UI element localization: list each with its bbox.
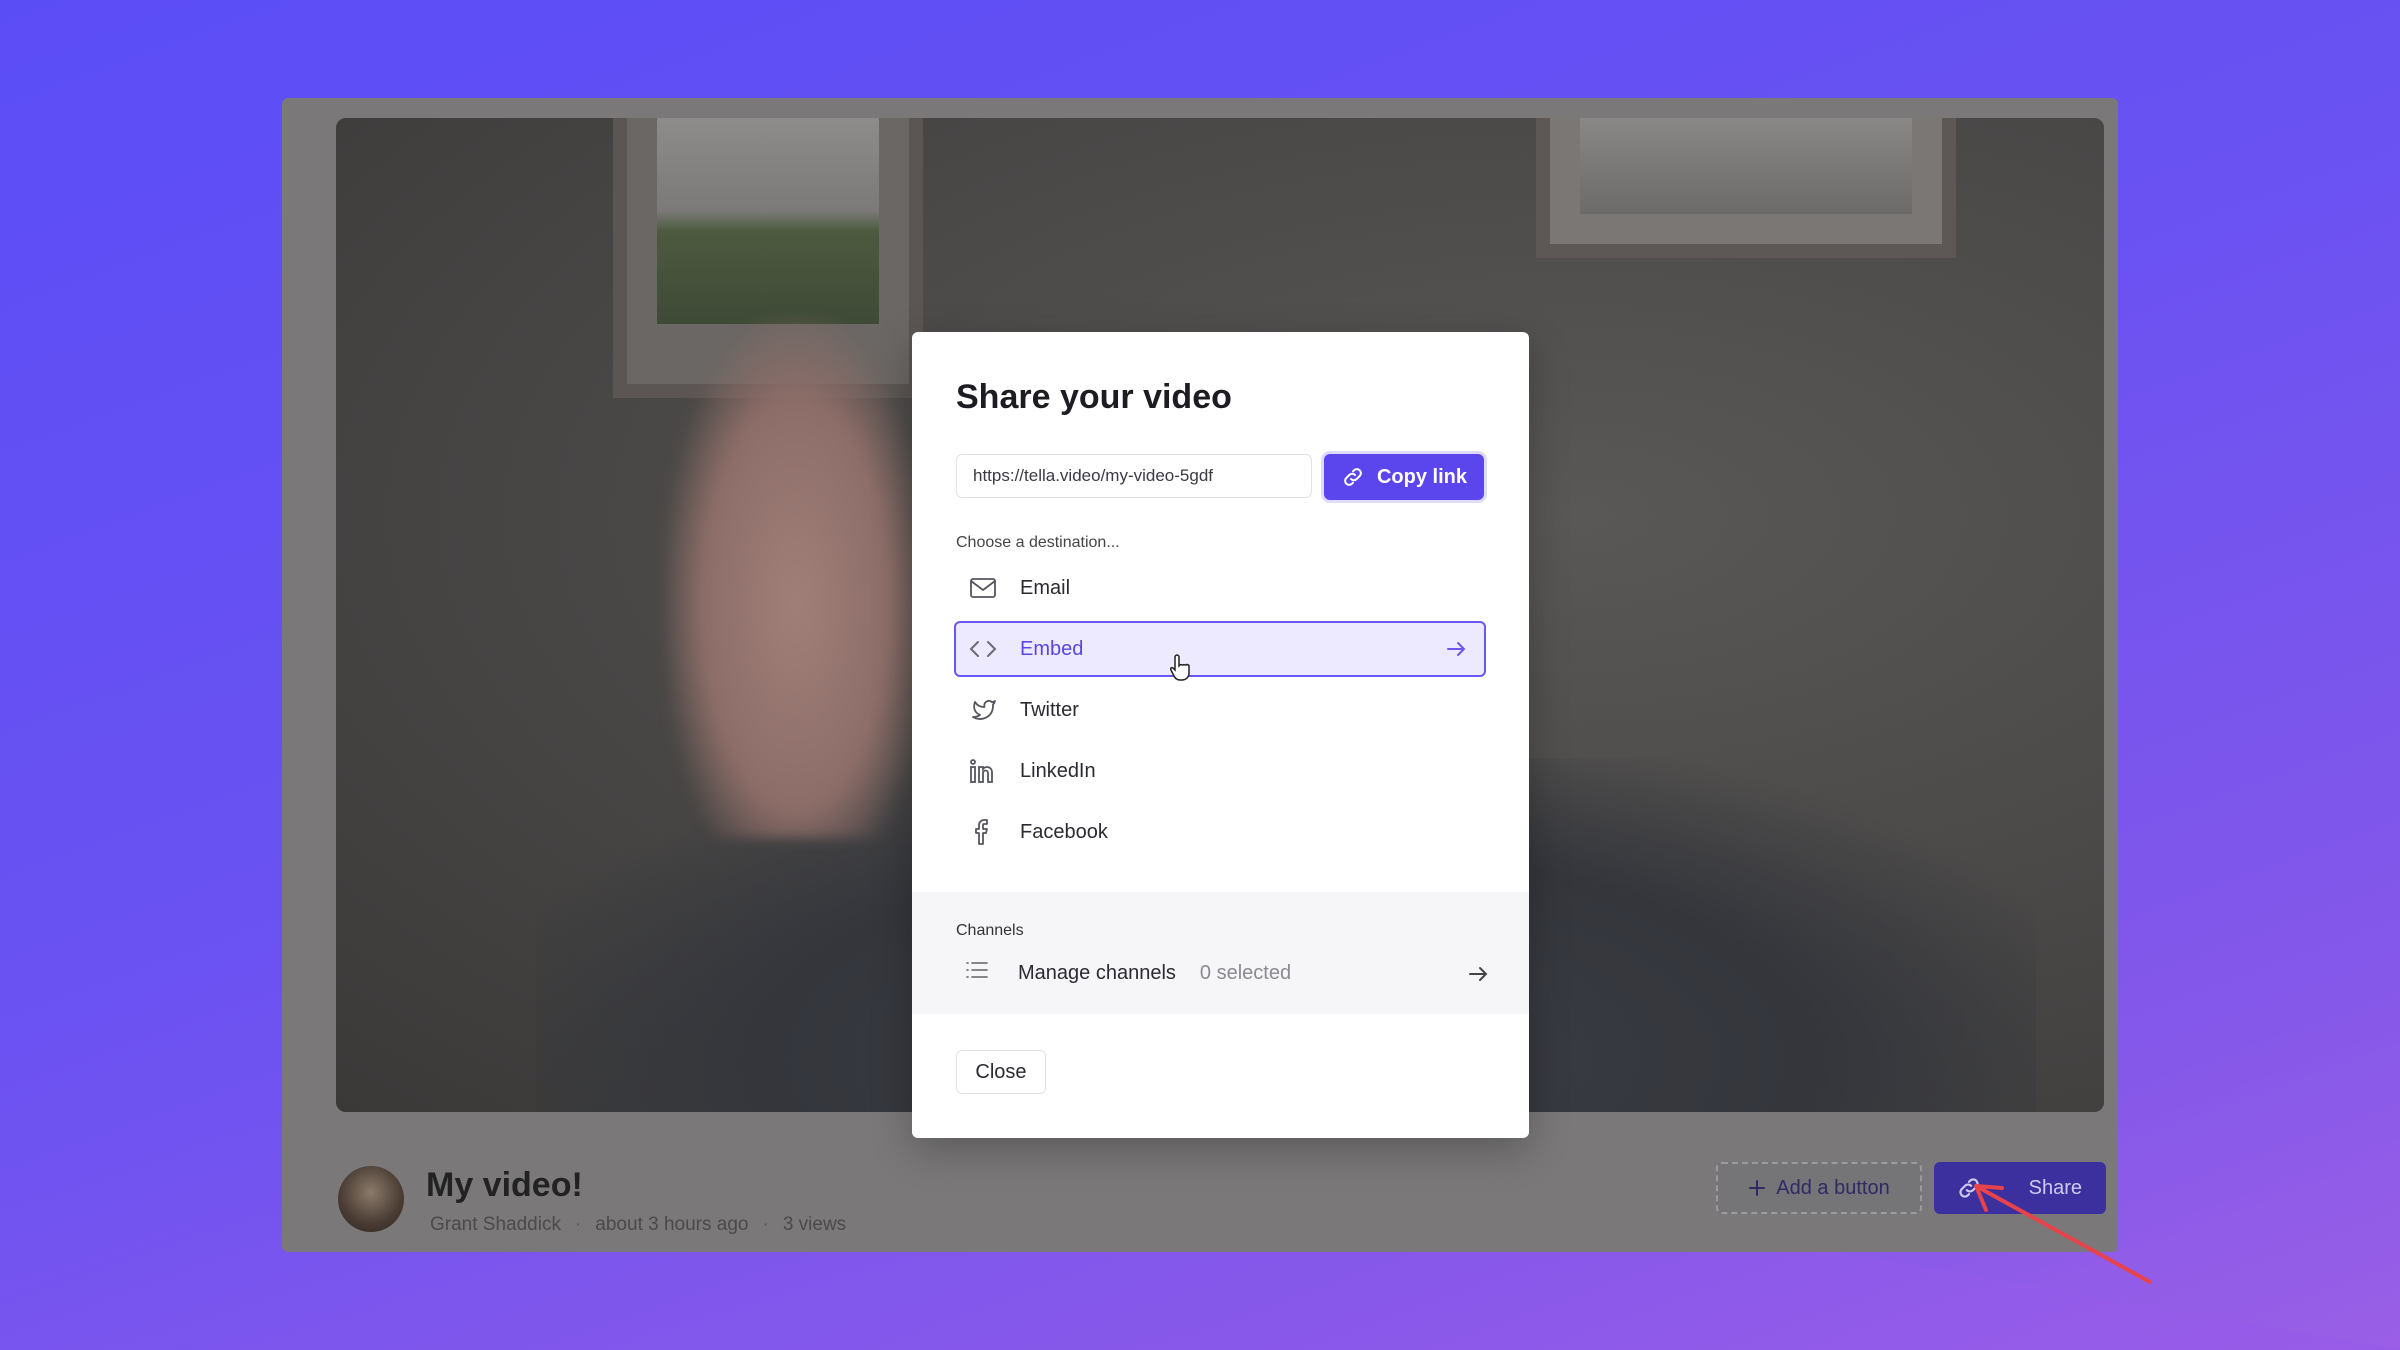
video-title: My video!	[426, 1166, 583, 1204]
add-button-label: Add a button	[1776, 1176, 1890, 1199]
plus-icon	[1749, 1180, 1766, 1196]
destination-label-twitter: Twitter	[1020, 698, 1079, 721]
code-icon	[968, 634, 998, 664]
destination-email[interactable]: Email	[954, 560, 1486, 616]
modal-title: Share your video	[956, 378, 1232, 416]
arrow-right-icon	[1466, 962, 1490, 992]
add-button-button[interactable]: Add a button	[1716, 1162, 1922, 1214]
author-name: Grant Shaddick	[430, 1214, 561, 1235]
destination-label-embed: Embed	[1020, 637, 1084, 660]
twitter-icon	[968, 695, 998, 725]
destination-embed[interactable]: Embed	[954, 621, 1486, 681]
meta-separator: ·	[762, 1214, 769, 1235]
arrow-right-icon	[1444, 637, 1468, 667]
close-button[interactable]: Close	[956, 1050, 1046, 1094]
copy-link-button[interactable]: Copy link	[1324, 454, 1484, 500]
channels-count: 0 selected	[1199, 961, 1292, 984]
destination-linkedin[interactable]: LinkedIn	[954, 743, 1486, 799]
wall-picture-right	[1536, 118, 1956, 258]
waving-hand	[666, 318, 926, 838]
upload-time: about 3 hours ago	[595, 1214, 749, 1235]
list-icon	[966, 960, 996, 986]
facebook-icon	[968, 817, 998, 847]
copy-link-label: Copy link	[1376, 465, 1467, 488]
manage-channels-label: Manage channels	[1018, 961, 1176, 984]
destination-label-facebook: Facebook	[1020, 820, 1108, 843]
destination-label-email: Email	[1020, 576, 1071, 599]
channels-section: Channels Manage channels 0 selected	[912, 892, 1529, 1014]
video-meta: Grant Shaddick · about 3 hours ago · 3 v…	[430, 1214, 846, 1236]
link-icon	[1344, 468, 1362, 486]
annotation-arrow-icon	[1974, 1184, 2152, 1284]
manage-channels-row[interactable]: Manage channels 0 selected	[966, 948, 1490, 998]
destination-list: Email Embed Twitter LinkedIn Facebook	[954, 560, 1486, 865]
destination-label-linkedin: LinkedIn	[1020, 759, 1096, 782]
destination-facebook[interactable]: Facebook	[954, 804, 1486, 860]
mail-icon	[968, 573, 998, 603]
channels-label: Channels	[956, 922, 1024, 939]
view-count: 3 views	[782, 1214, 847, 1235]
linkedin-icon	[968, 756, 998, 786]
meta-separator: ·	[574, 1214, 582, 1235]
destination-label: Choose a destination...	[956, 534, 1120, 551]
avatar	[338, 1166, 404, 1232]
destination-twitter[interactable]: Twitter	[954, 682, 1486, 738]
share-url-input[interactable]	[956, 454, 1312, 498]
share-modal: Share your video Copy link Choose a dest…	[912, 332, 1529, 1138]
